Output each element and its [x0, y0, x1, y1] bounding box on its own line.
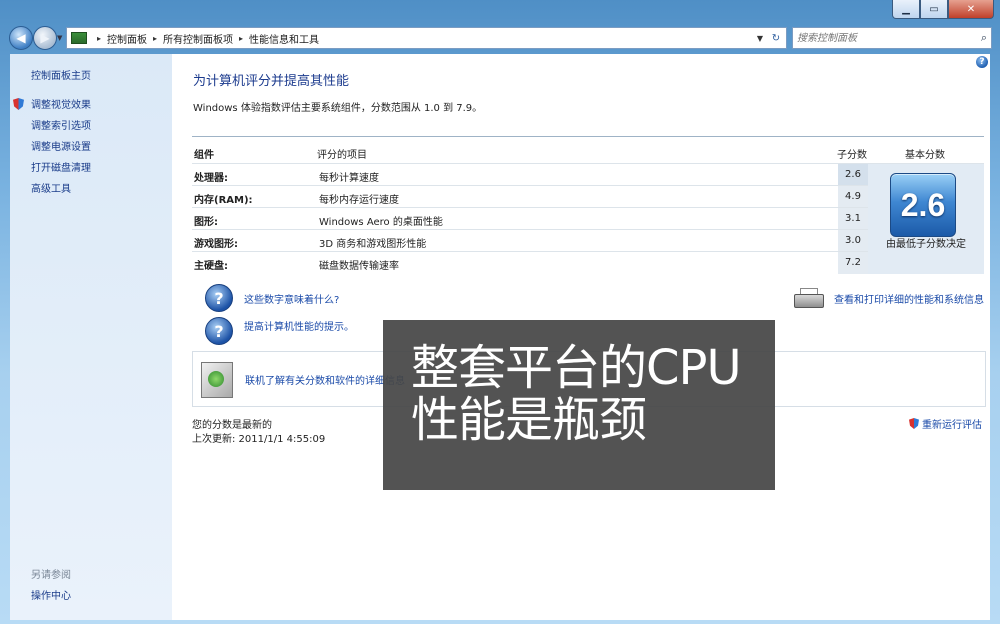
row-subscore: 7.2: [838, 252, 868, 274]
table-row: 处理器: 每秒计算速度 2.6: [192, 163, 984, 186]
breadcrumb-control-panel[interactable]: 控制面板: [107, 31, 147, 46]
table-header: 组件 评分的项目 子分数 基本分数: [192, 136, 984, 163]
last-updated: 上次更新: 2011/1/1 4:55:09: [192, 434, 326, 445]
row-component: 处理器:: [194, 173, 228, 184]
print-details-link[interactable]: 查看和打印详细的性能和系统信息: [834, 291, 984, 306]
caption-overlay: 整套平台的CPU 性能是瓶颈: [383, 320, 775, 490]
score-status: 您的分数是最新的: [192, 420, 272, 431]
rerun-assessment-link[interactable]: 重新运行评估: [909, 416, 982, 431]
row-description: 每秒计算速度: [319, 173, 379, 184]
row-component: 游戏图形:: [194, 239, 238, 250]
breadcrumb-performance[interactable]: 性能信息和工具: [249, 31, 319, 46]
online-details-link[interactable]: 联机了解有关分数和软件的详细信息: [245, 372, 405, 387]
search-input[interactable]: [793, 31, 969, 45]
header-component: 组件: [194, 150, 214, 161]
help-icon[interactable]: ?: [976, 56, 988, 68]
row-subscore: 3.1: [838, 208, 868, 230]
page-description: Windows 体验指数评估主要系统组件，分数范围从 1.0 到 7.9。: [193, 103, 483, 114]
sidebar-item-power[interactable]: 调整电源设置: [31, 138, 91, 153]
caption-line-2: 性能是瓶颈: [411, 392, 647, 448]
row-description: 磁盘数据传输速率: [319, 261, 399, 272]
breadcrumb-separator[interactable]: ▸: [153, 34, 157, 43]
row-description: 每秒内存运行速度: [319, 195, 399, 206]
address-bar[interactable]: ▸ 控制面板 ▸ 所有控制面板项 ▸ 性能信息和工具 ▼: [66, 27, 768, 49]
sidebar-item-disk-cleanup[interactable]: 打开磁盘清理: [31, 159, 91, 174]
base-score-caption: 由最低子分数决定: [886, 239, 966, 250]
table-row: 内存(RAM): 每秒内存运行速度 4.9: [192, 185, 984, 208]
what-numbers-mean-link[interactable]: 这些数字意味着什么?: [244, 291, 339, 306]
performance-tips-link[interactable]: 提高计算机性能的提示。: [244, 318, 354, 333]
row-subscore: 3.0: [838, 230, 868, 252]
sidebar-item-action-center[interactable]: 操作中心: [31, 587, 71, 602]
see-also-heading: 另请参阅: [31, 570, 71, 581]
search-icon[interactable]: ⌕: [981, 31, 987, 45]
software-box-icon: [201, 362, 233, 398]
sidebar-item-indexing[interactable]: 调整索引选项: [31, 117, 91, 132]
breadcrumb-all-items[interactable]: 所有控制面板项: [163, 31, 233, 46]
uac-shield-icon: [909, 418, 919, 429]
close-button[interactable]: ✕: [948, 0, 994, 19]
row-component: 图形:: [194, 217, 218, 228]
table-row: 游戏图形: 3D 商务和游戏图形性能 3.0: [192, 229, 984, 252]
row-component: 主硬盘:: [194, 261, 228, 272]
score-table: 组件 评分的项目 子分数 基本分数 处理器: 每秒计算速度 2.6 内存(RAM…: [192, 136, 984, 276]
sidebar-item-advanced-tools[interactable]: 高级工具: [31, 180, 71, 195]
forward-button[interactable]: ▶: [33, 26, 57, 50]
address-dropdown-icon[interactable]: ▼: [753, 34, 767, 43]
sidebar: 控制面板主页 调整视觉效果 调整索引选项 调整电源设置 打开磁盘清理 高级工具 …: [10, 54, 172, 620]
window-controls: ▁ ▭ ✕: [892, 0, 994, 19]
row-component: 内存(RAM):: [194, 195, 253, 206]
caption-line-1: 整套平台的CPU: [411, 340, 742, 396]
breadcrumb-separator[interactable]: ▸: [239, 34, 243, 43]
back-button[interactable]: ◀: [9, 26, 33, 50]
control-panel-icon: [71, 32, 87, 44]
recent-pages-dropdown[interactable]: ▼: [57, 34, 62, 42]
help-question-icon: ?: [205, 284, 233, 312]
row-description: Windows Aero 的桌面性能: [319, 217, 443, 228]
row-subscore: 4.9: [838, 186, 868, 208]
help-question-icon: ?: [205, 317, 233, 345]
minimize-button[interactable]: ▁: [892, 0, 920, 19]
sidebar-item-visual-effects[interactable]: 调整视觉效果: [31, 96, 91, 111]
table-row: 图形: Windows Aero 的桌面性能 3.1: [192, 207, 984, 230]
refresh-button[interactable]: ↻: [766, 27, 787, 49]
page-title: 为计算机评分并提高其性能: [193, 74, 350, 89]
caption-text: 整套平台的CPU 性能是瓶颈: [411, 340, 742, 448]
rerun-label: 重新运行评估: [922, 420, 982, 431]
table-row: 主硬盘: 磁盘数据传输速率 7.2: [192, 251, 984, 274]
navigation-bar: ◀ ▶ ▼ ▸ 控制面板 ▸ 所有控制面板项 ▸ 性能信息和工具 ▼ ↻ ⌕: [0, 26, 1000, 52]
header-rated-items: 评分的项目: [317, 150, 367, 161]
base-score-panel: 2.6 由最低子分数决定: [868, 164, 984, 274]
search-box[interactable]: ⌕: [792, 27, 992, 49]
header-basescore: 基本分数: [905, 150, 945, 161]
base-score-badge: 2.6: [890, 173, 956, 237]
breadcrumb-separator[interactable]: ▸: [97, 34, 101, 43]
row-subscore: 2.6: [838, 164, 868, 186]
maximize-button[interactable]: ▭: [920, 0, 948, 19]
header-subscore: 子分数: [837, 150, 867, 161]
row-description: 3D 商务和游戏图形性能: [319, 239, 427, 250]
sidebar-item-home[interactable]: 控制面板主页: [31, 67, 91, 82]
uac-shield-icon: [13, 98, 24, 110]
printer-icon: [794, 288, 824, 308]
